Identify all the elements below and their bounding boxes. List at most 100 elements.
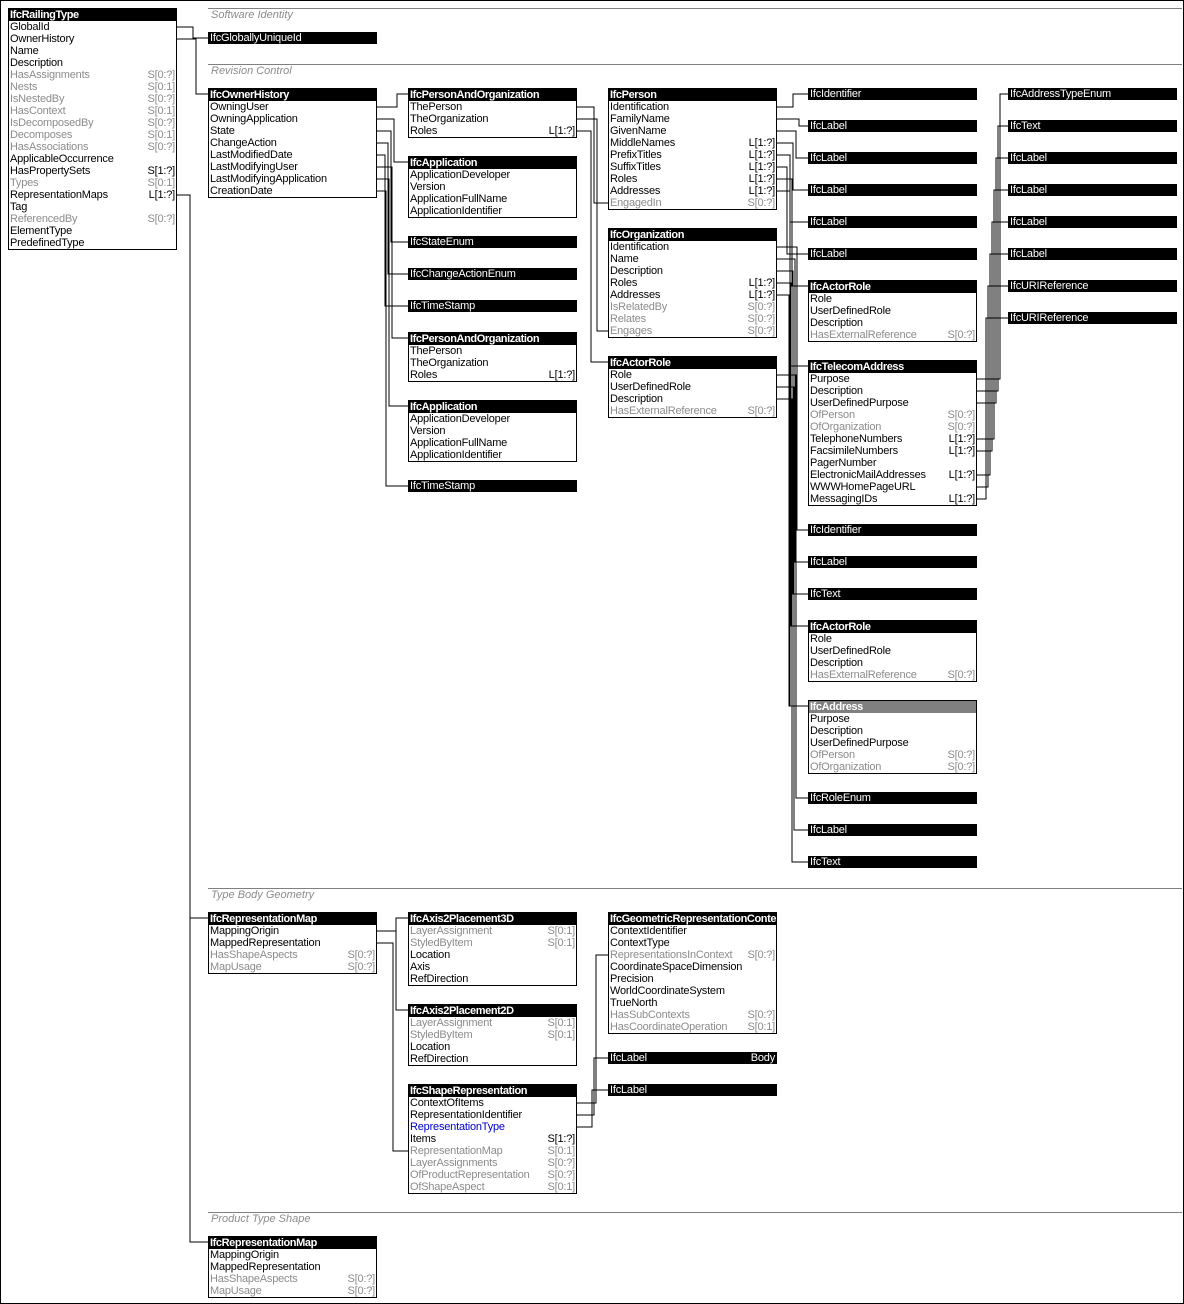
attribute-row-the-organization[interactable]: TheOrganization [409, 113, 576, 125]
entity-box-ifc-person-and-organization[interactable]: IfcPersonAndOrganization ThePerson TheOrga… [408, 88, 577, 138]
attribute-row-messaging-ids[interactable]: MessagingIDs L[1:?] [809, 493, 976, 505]
attribute-row-representation-identifier[interactable]: RepresentationIdentifier [409, 1109, 576, 1121]
type-node-ifc-state-enum[interactable]: IfcStateEnum [408, 236, 577, 248]
entity-box-ifc-actor-role[interactable]: IfcActorRole Role UserDefinedRole Descripti… [608, 356, 777, 418]
attribute-row-given-name[interactable]: GivenName [609, 125, 776, 137]
type-node-ifc-change-action-enum[interactable]: IfcChangeActionEnum [408, 268, 577, 280]
attribute-row-tag[interactable]: Tag [9, 201, 176, 213]
attribute-row-last-modifying-application[interactable]: LastModifyingApplication [209, 173, 376, 185]
attribute-row-version[interactable]: Version [409, 181, 576, 193]
attribute-row-mapping-origin[interactable]: MappingOrigin [209, 1249, 376, 1261]
entity-title[interactable]: IfcOwnerHistory [209, 89, 376, 101]
entity-box-ifc-organization[interactable]: IfcOrganization Identification Name Descrip… [608, 228, 777, 338]
type-node-ifc-label[interactable]: IfcLabel [808, 556, 977, 568]
attribute-row-telephone-numbers[interactable]: TelephoneNumbers L[1:?] [809, 433, 976, 445]
entity-title[interactable]: IfcShapeRepresentation [409, 1085, 576, 1097]
attribute-row-roles[interactable]: Roles L[1:?] [409, 125, 576, 137]
attribute-row-electronic-mail-addresses[interactable]: ElectronicMailAddresses L[1:?] [809, 469, 976, 481]
entity-box-ifc-representation-map[interactable]: IfcRepresentationMap MappingOrigin MappedR… [208, 1236, 377, 1298]
attribute-row-description[interactable]: Description [9, 57, 176, 69]
attribute-row-wwwhome-page-url[interactable]: WWWHomePageURL [809, 481, 976, 493]
type-node-ifc-label[interactable]: IfcLabel [608, 1084, 777, 1096]
attribute-row-map-usage[interactable]: MapUsage S[0:?] [209, 961, 376, 973]
attribute-row-representation-type[interactable]: RepresentationType [409, 1121, 576, 1133]
attribute-row-version[interactable]: Version [409, 425, 576, 437]
entity-box-ifc-address[interactable]: IfcAddress Purpose Description UserDefinedP… [808, 700, 977, 774]
type-node-ifc-text[interactable]: IfcText [1008, 120, 1177, 132]
type-node-ifc-label[interactable]: IfcLabel Body [608, 1052, 777, 1064]
attribute-row-middle-names[interactable]: MiddleNames L[1:?] [609, 137, 776, 149]
type-node-ifc-time-stamp[interactable]: IfcTimeStamp [408, 480, 577, 492]
attribute-row-engages[interactable]: Engages S[0:?] [609, 325, 776, 337]
attribute-row-user-defined-role[interactable]: UserDefinedRole [609, 381, 776, 393]
type-node-ifc-label[interactable]: IfcLabel [1008, 216, 1177, 228]
entity-box-ifc-representation-map[interactable]: IfcRepresentationMap MappingOrigin MappedR… [208, 912, 377, 974]
entity-box-ifc-shape-representation[interactable]: IfcShapeRepresentation ContextOfItems Repr… [408, 1084, 577, 1194]
entity-box-ifc-person-and-organization[interactable]: IfcPersonAndOrganization ThePerson TheOrga… [408, 332, 577, 382]
attribute-row-has-associations[interactable]: HasAssociations S[0:?] [9, 141, 176, 153]
attribute-row-the-person[interactable]: ThePerson [409, 101, 576, 113]
attribute-row-description[interactable]: Description [809, 657, 976, 669]
type-node-ifc-label[interactable]: IfcLabel [808, 216, 977, 228]
attribute-row-of-organization[interactable]: OfOrganization S[0:?] [809, 421, 976, 433]
entity-box-ifc-application[interactable]: IfcApplication ApplicationDeveloper Versio… [408, 156, 577, 218]
entity-box-ifc-actor-role[interactable]: IfcActorRole Role UserDefinedRole Descripti… [808, 280, 977, 342]
attribute-row-application-full-name[interactable]: ApplicationFullName [409, 193, 576, 205]
attribute-row-of-product-representation[interactable]: OfProductRepresentation S[0:?] [409, 1169, 576, 1181]
attribute-row-the-organization[interactable]: TheOrganization [409, 357, 576, 369]
entity-title[interactable]: IfcAxis2Placement2D [409, 1005, 576, 1017]
type-node-ifc-address-type-enum[interactable]: IfcAddressTypeEnum [1008, 88, 1177, 100]
entity-title[interactable]: IfcRailingType [9, 9, 176, 21]
entity-title[interactable]: IfcApplication [409, 157, 576, 169]
attribute-row-roles[interactable]: Roles L[1:?] [609, 277, 776, 289]
attribute-row-has-shape-aspects[interactable]: HasShapeAspects S[0:?] [209, 949, 376, 961]
attribute-row-layer-assignment[interactable]: LayerAssignment S[0:1] [409, 1017, 576, 1029]
attribute-row-has-external-reference[interactable]: HasExternalReference S[0:?] [609, 405, 776, 417]
attribute-row-state[interactable]: State [209, 125, 376, 137]
attribute-row-family-name[interactable]: FamilyName [609, 113, 776, 125]
type-node-ifc-label[interactable]: IfcLabel [1008, 152, 1177, 164]
attribute-row-has-coordinate-operation[interactable]: HasCoordinateOperation S[0:1] [609, 1021, 776, 1033]
attribute-row-styled-by-item[interactable]: StyledByItem S[0:1] [409, 937, 576, 949]
attribute-row-identification[interactable]: Identification [609, 101, 776, 113]
attribute-row-axis[interactable]: Axis [409, 961, 576, 973]
attribute-row-items[interactable]: Items S[1:?] [409, 1133, 576, 1145]
attribute-row-of-person[interactable]: OfPerson S[0:?] [809, 409, 976, 421]
attribute-row-last-modified-date[interactable]: LastModifiedDate [209, 149, 376, 161]
attribute-row-has-property-sets[interactable]: HasPropertySets S[1:?] [9, 165, 176, 177]
entity-title[interactable]: IfcTelecomAddress [809, 361, 976, 373]
attribute-row-applicable-occurrence[interactable]: ApplicableOccurrence [9, 153, 176, 165]
attribute-row-context-of-items[interactable]: ContextOfItems [409, 1097, 576, 1109]
attribute-row-relates[interactable]: Relates S[0:?] [609, 313, 776, 325]
attribute-row-application-developer[interactable]: ApplicationDeveloper [409, 169, 576, 181]
attribute-row-global-id[interactable]: GlobalId [9, 21, 176, 33]
entity-title[interactable]: IfcActorRole [609, 357, 776, 369]
attribute-row-is-nested-by[interactable]: IsNestedBy S[0:?] [9, 93, 176, 105]
attribute-row-prefix-titles[interactable]: PrefixTitles L[1:?] [609, 149, 776, 161]
attribute-row-description[interactable]: Description [609, 393, 776, 405]
attribute-row-application-full-name[interactable]: ApplicationFullName [409, 437, 576, 449]
attribute-row-user-defined-purpose[interactable]: UserDefinedPurpose [809, 397, 976, 409]
attribute-row-roles[interactable]: Roles L[1:?] [609, 173, 776, 185]
attribute-row-has-sub-contexts[interactable]: HasSubContexts S[0:?] [609, 1009, 776, 1021]
entity-box-ifc-geometric-representation-context[interactable]: IfcGeometricRepresentationContext Context… [608, 912, 777, 1034]
attribute-row-representation-map[interactable]: RepresentationMap S[0:1] [409, 1145, 576, 1157]
type-node-ifc-label[interactable]: IfcLabel [808, 152, 977, 164]
attribute-row-ref-direction[interactable]: RefDirection [409, 973, 576, 985]
entity-title[interactable]: IfcActorRole [809, 621, 976, 633]
entity-box-ifc-owner-history[interactable]: IfcOwnerHistory OwningUser OwningApplicati… [208, 88, 377, 198]
attribute-row-user-defined-role[interactable]: UserDefinedRole [809, 305, 976, 317]
attribute-row-user-defined-role[interactable]: UserDefinedRole [809, 645, 976, 657]
attribute-row-predefined-type[interactable]: PredefinedType [9, 237, 176, 249]
attribute-row-map-usage[interactable]: MapUsage S[0:?] [209, 1285, 376, 1297]
attribute-row-element-type[interactable]: ElementType [9, 225, 176, 237]
type-node-ifc-label[interactable]: IfcLabel [1008, 248, 1177, 260]
attribute-row-mapped-representation[interactable]: MappedRepresentation [209, 1261, 376, 1273]
attribute-row-last-modifying-user[interactable]: LastModifyingUser [209, 161, 376, 173]
type-node-ifc-urireference[interactable]: IfcURIReference [1008, 280, 1177, 292]
type-node-ifc-time-stamp[interactable]: IfcTimeStamp [408, 300, 577, 312]
attribute-row-decomposes[interactable]: Decomposes S[0:1] [9, 129, 176, 141]
attribute-row-description[interactable]: Description [609, 265, 776, 277]
attribute-row-role[interactable]: Role [809, 293, 976, 305]
attribute-row-purpose[interactable]: Purpose [809, 713, 976, 725]
